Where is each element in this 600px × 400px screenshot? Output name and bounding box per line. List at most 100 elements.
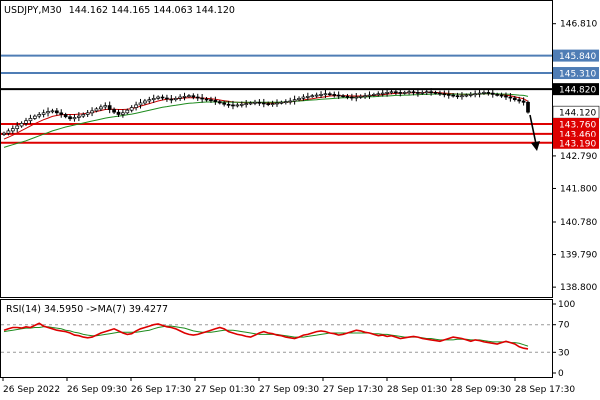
candle-body — [28, 118, 33, 122]
candle-body — [460, 95, 464, 98]
candle-body — [424, 91, 429, 94]
rsi-tick-label: 100 — [558, 300, 575, 310]
candle-body — [72, 117, 77, 120]
candle-body — [468, 94, 473, 96]
candle-body — [407, 91, 411, 94]
candle-body — [398, 92, 403, 94]
candle-body — [125, 109, 130, 114]
candle-body — [41, 112, 46, 115]
candle-body — [226, 103, 231, 106]
candle-body — [107, 105, 112, 110]
candle-body — [2, 132, 6, 135]
candle-body — [59, 112, 64, 115]
candle-body — [81, 114, 86, 117]
candle-body — [204, 98, 209, 101]
candle-body — [332, 94, 337, 96]
rsi-tick-label: 0 — [558, 369, 564, 379]
candle-body — [116, 111, 121, 115]
candle-body — [147, 99, 152, 102]
candle-body — [32, 115, 37, 119]
candle-body — [182, 96, 187, 98]
level-tag-label: 145.310 — [559, 70, 596, 80]
candle-body — [420, 92, 425, 94]
candle-body — [367, 94, 372, 97]
candle-body — [499, 94, 504, 97]
candle-body — [385, 92, 389, 94]
time-tick-label: 28 Sep 01:30 — [387, 385, 447, 395]
candle-body — [380, 92, 385, 95]
candle-body — [279, 101, 284, 104]
price-tick-label: 141.800 — [560, 184, 597, 194]
candle-body — [151, 98, 156, 101]
rsi-axis: 100 70 30 0 — [552, 300, 575, 379]
candle-body — [173, 98, 178, 101]
candle-body — [77, 115, 81, 118]
candle-body — [10, 128, 15, 132]
price-tick-label: 139.790 — [560, 251, 597, 261]
candle-body — [310, 95, 315, 98]
price-tick-label: 138.800 — [560, 283, 597, 293]
candle-body — [490, 92, 495, 95]
candle-body — [323, 93, 328, 96]
candle-body — [508, 96, 513, 99]
chart-root: 146.810 142.790 141.800 140.780 139.790 138.8… — [0, 0, 600, 395]
candle-body — [191, 95, 196, 98]
candle-body — [477, 92, 482, 95]
candle-body — [473, 93, 478, 96]
candle-body — [416, 92, 420, 94]
candle-body — [266, 103, 271, 105]
candle-body — [433, 92, 438, 94]
candle-body — [363, 95, 367, 98]
time-tick-label: 27 Sep 01:30 — [195, 385, 255, 395]
candle-body — [46, 111, 50, 114]
candle-body — [200, 97, 205, 100]
candle-body — [402, 92, 407, 94]
candle-body — [376, 93, 381, 96]
candle-body — [283, 101, 288, 103]
time-tick-label: 28 Sep 09:30 — [451, 385, 511, 395]
candle-body — [15, 125, 20, 129]
candle-body — [231, 104, 235, 107]
candle-body — [512, 97, 517, 101]
time-tick-label: 26 Sep 09:30 — [67, 385, 127, 395]
rsi-title: RSI(14) 34.5950 ->MA(7) 39.4277 — [6, 304, 168, 315]
candle-body — [455, 95, 460, 98]
candle-body — [394, 91, 398, 94]
candle-body — [446, 94, 451, 96]
candle-body — [358, 96, 363, 98]
time-tick-label: 27 Sep 17:30 — [323, 385, 383, 395]
candle-body — [275, 102, 279, 105]
candle-body — [504, 95, 508, 98]
candle-body — [235, 104, 240, 107]
candle-body — [486, 92, 491, 94]
candle-body — [244, 103, 249, 105]
candle-body — [482, 92, 486, 94]
price-panel-header: USDJPY,M30 144.162 144.165 144.063 144.1… — [4, 5, 235, 16]
candle-body — [6, 130, 11, 134]
candle-body — [464, 94, 469, 97]
time-axis: 26 Sep 2022 26 Sep 09:30 26 Sep 17:30 27 Se… — [2, 377, 575, 395]
candle-body — [270, 103, 275, 105]
candle-body — [103, 105, 108, 108]
candle-body — [156, 96, 160, 99]
candle-body — [50, 110, 55, 113]
price-tick-label: 146.810 — [560, 20, 597, 30]
candle-body — [129, 107, 134, 111]
candle-body — [372, 94, 376, 96]
candle-body — [521, 100, 526, 103]
candle-body — [94, 108, 99, 112]
candle-body — [195, 96, 200, 99]
level-tag-label: 144.820 — [559, 86, 596, 96]
candle-body — [165, 97, 169, 100]
candle-body — [301, 96, 306, 99]
candle-body — [37, 114, 42, 117]
candle-body — [526, 101, 530, 113]
level-tags: 145.840145.310144.820144.120143.760143.4… — [552, 49, 600, 149]
candle-body — [134, 104, 138, 108]
candle-body — [121, 112, 125, 115]
candle-body — [345, 96, 350, 98]
candle-body — [85, 112, 90, 115]
candle-body — [160, 96, 165, 99]
candle-body — [292, 99, 297, 102]
candle-body — [451, 94, 455, 97]
